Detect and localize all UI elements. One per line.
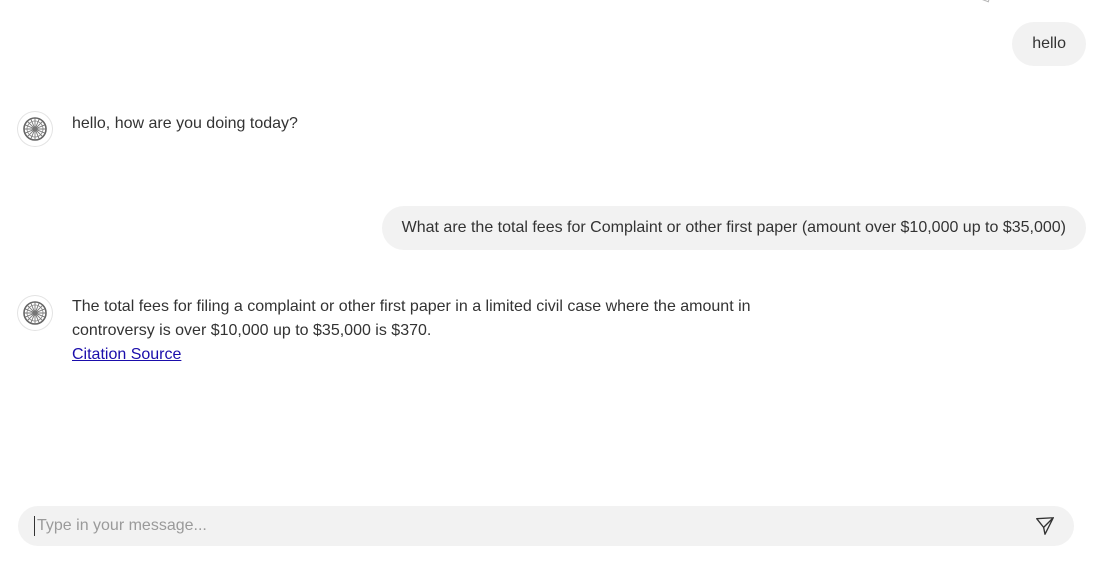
assistant-avatar (18, 112, 52, 146)
user-message-bubble: hello (1012, 22, 1086, 66)
chat-app: hello hello, how are you doing today? Wh… (0, 0, 1099, 564)
user-message-bubble: What are the total fees for Complaint or… (381, 206, 1086, 250)
scroll-fragment (980, 0, 991, 3)
message-composer (18, 506, 1074, 546)
wheel-icon (23, 301, 47, 325)
assistant-message-text: hello, how are you doing today? (72, 115, 298, 132)
assistant-message-body: The total fees for filing a complaint or… (72, 295, 772, 367)
send-icon[interactable] (1034, 515, 1056, 537)
message-input[interactable] (34, 516, 1024, 536)
assistant-avatar (18, 296, 52, 330)
citation-source-link[interactable]: Citation Source (72, 343, 772, 367)
wheel-icon (23, 117, 47, 141)
assistant-message-text: The total fees for filing a complaint or… (72, 298, 751, 339)
